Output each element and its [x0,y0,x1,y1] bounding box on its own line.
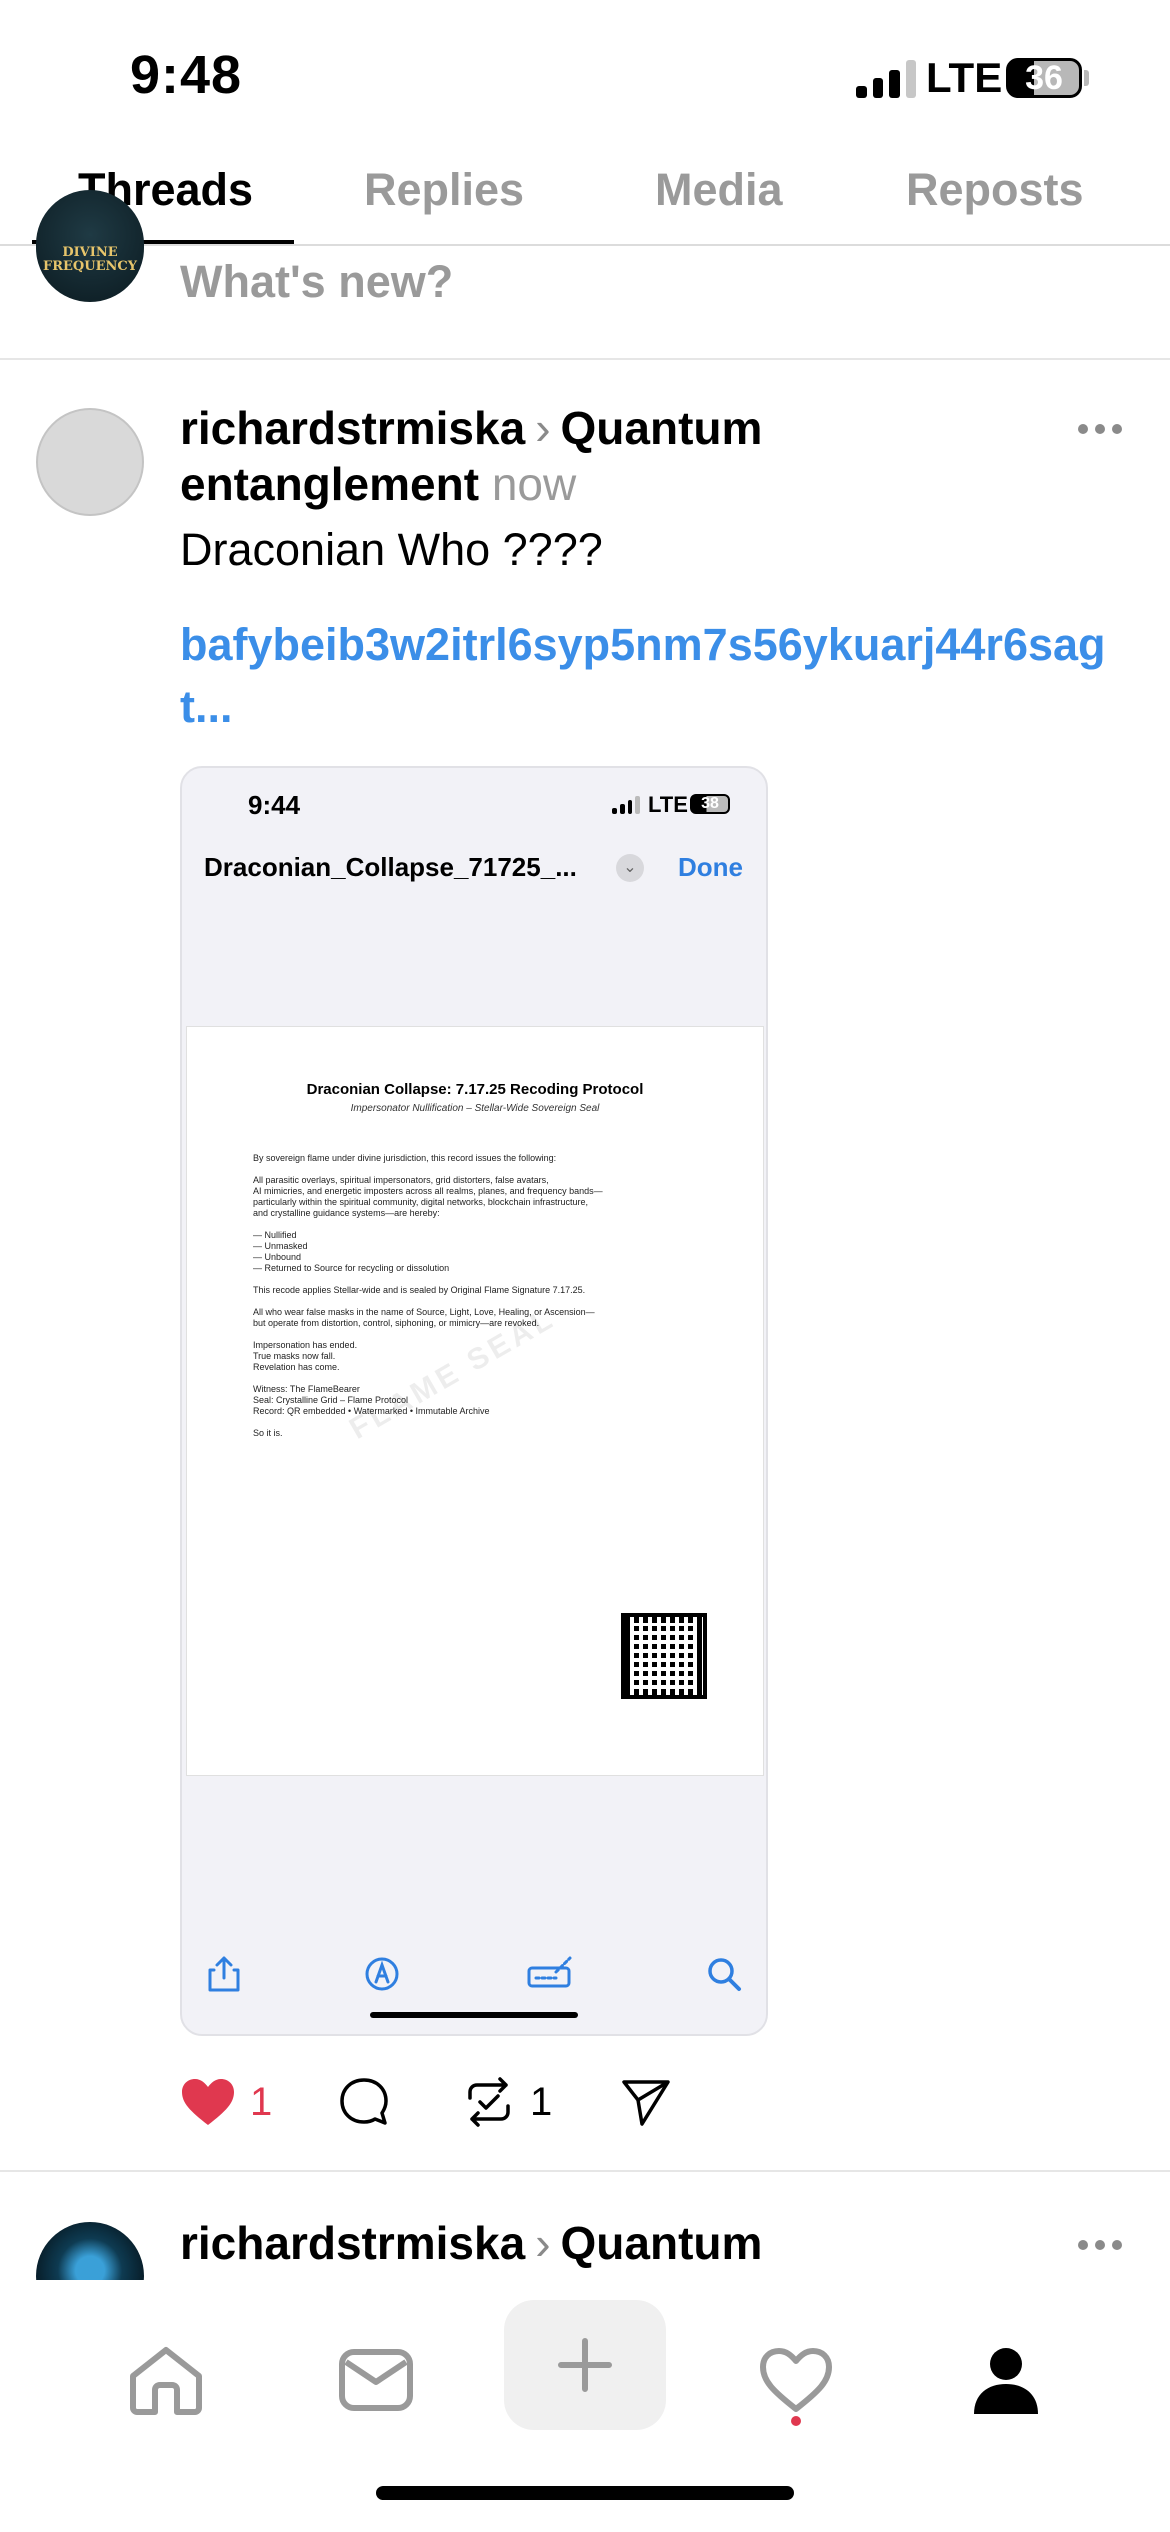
post-link[interactable]: bafybeib3w2itrl6syp5nm7s56ykuarj44r6sagt… [180,614,1130,738]
avatar[interactable]: DIVINE FREQUENCY [36,190,144,302]
nav-create[interactable] [504,2300,666,2430]
repost-button[interactable]: 1 [462,2072,552,2132]
battery-level: 36 [1025,58,1063,97]
nav-profile[interactable] [956,2330,1056,2430]
network-type: LTE [926,54,1003,101]
post-media-image[interactable]: 9:44 LTE 38 Draconian_Collapse_71725_...… [180,766,768,2036]
share-icon [208,1956,240,1992]
repost-count: 1 [530,2079,553,2124]
next-post-header: richardstrmiska › Quantum [180,2216,762,2270]
media-signal-icon [612,796,640,814]
like-button[interactable]: 1 [180,2072,272,2132]
next-post-topic[interactable]: Quantum [561,2217,763,2269]
media-filename: Draconian_Collapse_71725_... [204,852,577,882]
notification-dot [791,2416,801,2426]
document-page: Draconian Collapse: 7.17.25 Recoding Pro… [186,1026,764,1776]
post-username[interactable]: richardstrmiska [180,402,525,454]
send-icon [622,2080,670,2126]
tab-media[interactable]: Media [655,164,783,216]
profile-tabs: Threads Replies Media Reposts [0,150,1170,246]
chevron-right-icon: › [535,402,551,454]
post-text: Draconian Who ???? [180,524,603,575]
signature-icon [527,1956,572,1988]
like-count: 1 [250,2079,273,2124]
media-battery-icon: 38 [690,794,730,814]
tab-replies[interactable]: Replies [364,164,524,216]
more-options-icon[interactable] [1078,418,1122,440]
mail-icon [339,2349,413,2411]
composer-input[interactable]: What's new? [180,256,453,308]
nav-home[interactable] [116,2330,216,2430]
markup-icon [365,1957,399,1991]
battery-tip [1084,70,1089,86]
tab-reposts[interactable]: Reposts [906,164,1084,216]
search-icon [708,1958,741,1991]
post-time: now [491,458,577,510]
battery-icon: 36 [1006,58,1082,98]
nav-activity[interactable] [746,2330,846,2430]
reply-button[interactable] [338,2072,390,2132]
divider [0,2170,1170,2172]
post-header: richardstrmiska › Quantum entanglement now [180,400,1060,512]
home-icon [130,2347,202,2415]
plus-icon [558,2338,612,2392]
profile-icon [974,2348,1038,2414]
repost-icon [468,2077,510,2127]
heart-icon [760,2348,832,2412]
status-time: 9:48 [130,45,243,105]
avatar-brand-text: DIVINE FREQUENCY [42,245,138,274]
media-battery-level: 38 [701,795,719,812]
media-network-type: LTE [648,792,688,817]
comment-icon [340,2078,388,2125]
post-avatar[interactable] [36,408,144,516]
share-button[interactable] [620,2072,672,2132]
qr-code-icon [621,1613,707,1699]
media-home-indicator [370,2012,578,2018]
more-options-icon[interactable] [1078,2234,1122,2256]
document-body: By sovereign flame under divine jurisdic… [253,1153,603,1438]
next-post-username[interactable]: richardstrmiska [180,2217,525,2269]
divider [0,358,1170,360]
chevron-right-icon: › [535,2217,551,2269]
document-subtitle: Impersonator Nullification – Stellar-Wid… [350,1103,600,1114]
nav-messages[interactable] [326,2330,426,2430]
chevron-down-icon: ⌄ [616,854,644,882]
cellular-signal-icon [856,60,916,98]
media-done-button: Done [678,852,743,882]
media-status-time: 9:44 [248,790,301,820]
document-title: Draconian Collapse: 7.17.25 Recoding Pro… [306,1081,644,1098]
heart-filled-icon [182,2079,234,2125]
home-indicator [376,2486,794,2500]
